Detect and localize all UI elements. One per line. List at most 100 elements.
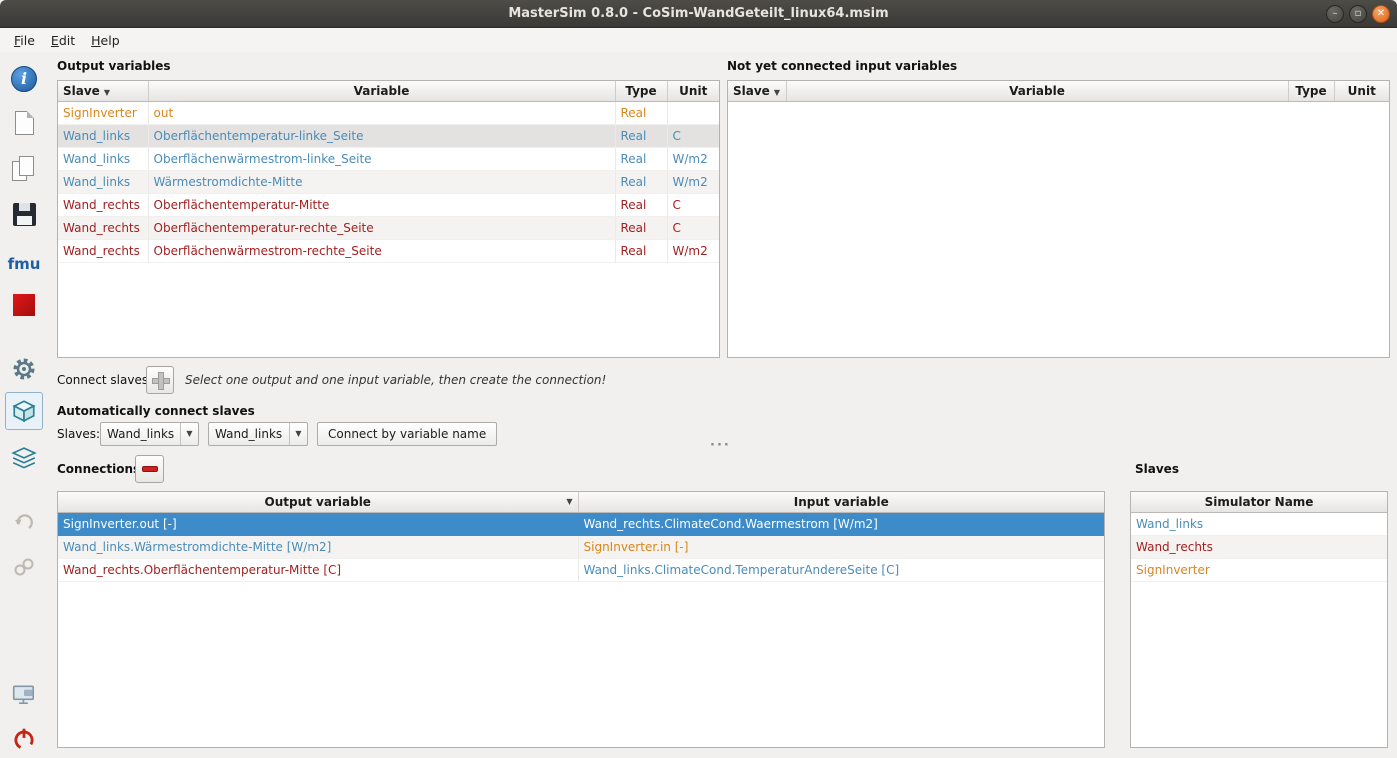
column-header-type[interactable]: Type xyxy=(615,81,668,102)
cell-variable: Oberflächenwärmestrom-linke_Seite xyxy=(148,147,616,171)
table-row[interactable]: Wand_links Wärmestromdichte-Mitte Real W… xyxy=(58,170,719,194)
table-row[interactable]: Wand_rechts xyxy=(1131,535,1387,559)
table-row[interactable]: Wand_rechts Oberflächentemperatur-Mitte … xyxy=(58,193,719,217)
column-header-unit[interactable]: Unit xyxy=(1334,81,1389,102)
input-variables-panel: Slave ▼ Variable Type Unit xyxy=(727,80,1390,358)
minus-icon xyxy=(141,466,158,472)
connection-hint-text: Select one output and one input variable… xyxy=(185,373,607,387)
column-header-input-variable[interactable]: Input variable xyxy=(578,492,1104,513)
menu-file[interactable]: File xyxy=(6,30,43,51)
close-button[interactable]: ✕ xyxy=(1372,5,1390,23)
save-project-button[interactable] xyxy=(0,195,48,233)
column-header-slave[interactable]: Slave ▼ xyxy=(728,81,787,102)
cell-type: Real xyxy=(615,147,668,171)
maximize-button[interactable]: ▫ xyxy=(1349,5,1367,23)
cell-unit: C xyxy=(667,193,719,217)
cell-simulator-name: Wand_rechts xyxy=(1131,535,1387,559)
table-row[interactable]: Wand_links Oberflächentemperatur-linke_S… xyxy=(58,124,719,148)
cell-variable: Oberflächenwärmestrom-rechte_Seite xyxy=(148,239,616,263)
menu-edit[interactable]: Edit xyxy=(43,30,83,51)
cell-slave: Wand_rechts xyxy=(58,193,149,217)
feedback-button[interactable] xyxy=(0,676,48,714)
auto-connect-title: Automatically connect slaves xyxy=(57,404,255,418)
column-header-label: Slave xyxy=(63,83,100,98)
slaves-panel: Simulator Name Wand_links Wand_rechts Si… xyxy=(1130,491,1388,748)
chevron-down-icon: ▼ xyxy=(773,87,780,97)
feedback-icon xyxy=(12,685,35,704)
power-icon xyxy=(14,728,34,750)
column-header-type[interactable]: Type xyxy=(1288,81,1335,102)
cell-type: Real xyxy=(615,170,668,194)
connections-table: Output variable ▼ Input variable SignInve… xyxy=(58,492,1104,582)
output-variables-title: Output variables xyxy=(57,59,171,73)
link-button[interactable] xyxy=(0,548,48,586)
undo-button[interactable] xyxy=(0,505,48,543)
layers-icon xyxy=(11,447,37,469)
menu-help[interactable]: Help xyxy=(83,30,128,51)
connect-slaves-label: Connect slaves xyxy=(57,373,149,387)
cell-variable: Wärmestromdichte-Mitte xyxy=(148,170,616,194)
fmu-export-button[interactable]: fmu xyxy=(0,245,48,283)
cell-slave: Wand_rechts xyxy=(58,239,149,263)
logo-button[interactable] xyxy=(0,286,48,324)
table-row[interactable]: Wand_links xyxy=(1131,512,1387,536)
simulation-settings-button[interactable] xyxy=(0,350,48,388)
connect-by-name-button[interactable]: Connect by variable name xyxy=(317,422,498,446)
gear-icon xyxy=(13,358,35,380)
cell-type: Real xyxy=(615,216,668,240)
table-row[interactable]: Wand_rechts Oberflächentemperatur-rechte… xyxy=(58,216,719,240)
slave-select-2[interactable]: Wand_links ▼ xyxy=(208,422,308,446)
cell-unit: W/m2 xyxy=(667,170,719,194)
cell-input-variable: Wand_links.ClimateCond.TemperaturAndereS… xyxy=(578,558,1104,582)
table-header-row: Slave ▼ Variable Type Unit xyxy=(58,81,719,102)
open-project-button[interactable] xyxy=(0,150,48,188)
add-connection-button[interactable] xyxy=(146,366,174,394)
titlebar[interactable]: MasterSim 0.8.0 - CoSim-WandGeteilt_linu… xyxy=(0,0,1397,28)
main-content: Output variables Slave ▼ Variable Type Un… xyxy=(48,52,1397,758)
table-row[interactable]: SignInverter xyxy=(1131,558,1387,582)
cell-type: Real xyxy=(615,101,668,125)
cell-output-variable: Wand_links.Wärmestromdichte-Mitte [W/m2] xyxy=(58,535,579,559)
output-variables-table: Slave ▼ Variable Type Unit SignInverter o… xyxy=(58,81,719,263)
column-header-simulator-name[interactable]: Simulator Name xyxy=(1131,492,1387,513)
slaves-table: Simulator Name Wand_links Wand_rechts Si… xyxy=(1131,492,1387,582)
remove-connection-button[interactable] xyxy=(135,455,164,483)
column-header-unit[interactable]: Unit xyxy=(667,81,719,102)
column-header-variable[interactable]: Variable xyxy=(786,81,1289,102)
cube-icon xyxy=(12,400,36,423)
table-row[interactable]: Wand_rechts Oberflächenwärmestrom-rechte… xyxy=(58,239,719,263)
cell-type: Real xyxy=(615,193,668,217)
plus-icon xyxy=(152,372,170,390)
slaves-view-button[interactable] xyxy=(5,392,43,430)
app-window: MasterSim 0.8.0 - CoSim-WandGeteilt_linu… xyxy=(0,0,1397,758)
column-header-variable[interactable]: Variable xyxy=(148,81,616,102)
column-header-label: Slave xyxy=(733,83,770,98)
cell-slave: Wand_rechts xyxy=(58,216,149,240)
table-row[interactable]: Wand_links Oberflächenwärmestrom-linke_S… xyxy=(58,147,719,171)
about-button[interactable]: i xyxy=(0,60,48,98)
slaves-label: Slaves: xyxy=(57,427,101,441)
table-row[interactable]: Wand_links.Wärmestromdichte-Mitte [W/m2]… xyxy=(58,535,1104,559)
input-variables-table: Slave ▼ Variable Type Unit xyxy=(728,81,1389,102)
sort-descending-icon: ▼ xyxy=(566,497,573,506)
table-row[interactable]: SignInverter out Real xyxy=(58,101,719,125)
quit-button[interactable] xyxy=(0,720,48,758)
chevron-down-icon: ▼ xyxy=(180,423,198,445)
chevron-down-icon: ▼ xyxy=(103,87,110,97)
connections-title: Connections xyxy=(57,462,141,476)
column-header-label: Output variable xyxy=(264,494,371,509)
column-header-output-variable[interactable]: Output variable ▼ xyxy=(58,492,579,513)
slave-select-1[interactable]: Wand_links ▼ xyxy=(100,422,199,446)
link-icon xyxy=(14,558,34,576)
table-row[interactable]: SignInverter.out [-] Wand_rechts.Climate… xyxy=(58,512,1104,536)
save-icon xyxy=(12,202,36,226)
cell-type: Real xyxy=(615,239,668,263)
table-row[interactable]: Wand_rechts.Oberflächentemperatur-Mitte … xyxy=(58,558,1104,582)
new-project-button[interactable] xyxy=(0,104,48,142)
connections-view-button[interactable] xyxy=(0,440,48,478)
minimize-button[interactable]: – xyxy=(1326,5,1344,23)
cell-input-variable: Wand_rechts.ClimateCond.Waermestrom [W/m… xyxy=(578,512,1104,536)
splitter-handle[interactable]: ··· xyxy=(710,438,731,453)
column-header-slave[interactable]: Slave ▼ xyxy=(58,81,149,102)
cell-variable: Oberflächentemperatur-linke_Seite xyxy=(148,124,616,148)
